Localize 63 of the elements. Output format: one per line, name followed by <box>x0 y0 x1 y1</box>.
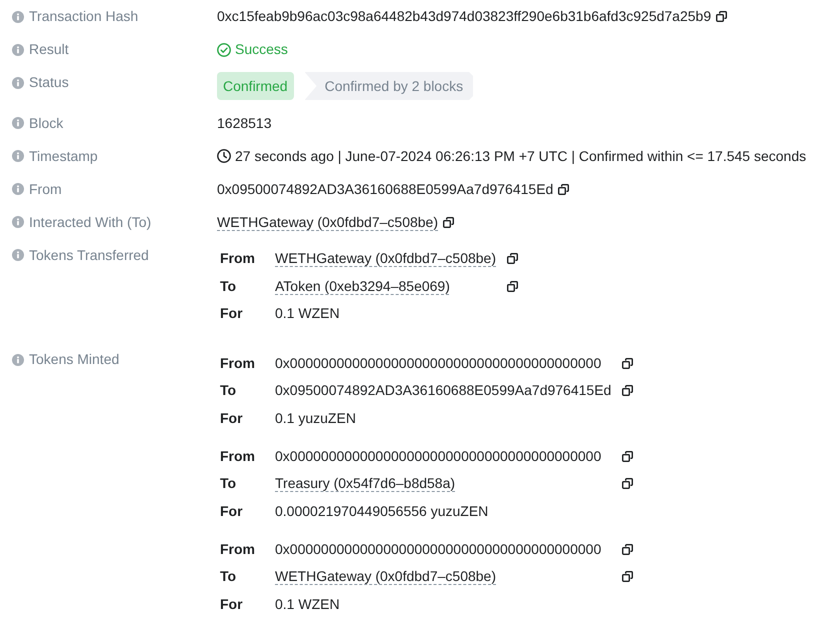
transfer-field-label: For <box>220 305 243 322</box>
info-icon <box>12 44 24 56</box>
field-value: 0x09500074892AD3A36160688E0599Aa7d976415Ed <box>217 180 554 198</box>
transfer-value: 0x09500074892AD3A36160688E0599Aa7d976415Ed <box>275 382 612 399</box>
transfer-field-label: To <box>220 382 236 399</box>
transfer-value: 0x0000000000000000000000000000000000000000 <box>275 354 602 372</box>
transfer-value: 0.1 WZEN <box>275 305 340 322</box>
copy-icon[interactable] <box>622 450 634 462</box>
copy-icon[interactable] <box>507 253 518 264</box>
field-label: Status <box>29 74 69 91</box>
check-circle-icon <box>217 42 231 56</box>
field-value: 1628513 <box>217 114 272 132</box>
transfer-field-label: To <box>220 568 236 585</box>
timestamp-value: 27 seconds ago | June-07-2024 06:26:13 PM +7 UTC | Confirmed within <= 17.545 seconds <box>235 148 806 164</box>
copy-icon[interactable] <box>507 280 518 292</box>
field-label: Tokens Transferred <box>29 246 149 264</box>
transfer-value: 0.000021970449056556 yuzuZEN <box>275 502 488 520</box>
address-link[interactable]: AToken (0xeb3294–85e069) <box>275 278 450 294</box>
address-link[interactable]: WETHGateway (0x0fdbd7–c508be) <box>275 250 496 267</box>
copy-icon[interactable] <box>443 216 454 228</box>
field-label: Interacted With (To) <box>29 214 152 230</box>
info-icon <box>12 117 24 129</box>
address-link[interactable]: Treasury (0x54f7d6–b8d58a) <box>275 475 456 492</box>
field-label: Transaction Hash <box>29 8 138 25</box>
transfer-value: 0.1 yuzuZEN <box>275 410 356 426</box>
field-label: From <box>29 180 62 198</box>
clock-icon <box>217 149 231 163</box>
info-icon <box>12 183 24 195</box>
contract-link[interactable]: WETHGateway (0x0fdbd7–c508be) <box>217 214 438 230</box>
address-link[interactable]: WETHGateway (0x0fdbd7–c508be) <box>275 568 496 585</box>
info-icon <box>12 249 24 261</box>
transfer-field-label: For <box>220 596 243 612</box>
transfer-field-label: To <box>220 278 236 294</box>
copy-icon[interactable] <box>622 385 634 396</box>
field-label: Block <box>29 114 64 132</box>
status-badge: Confirmed <box>217 72 294 100</box>
confirmations-badge: Confirmed by 2 blocks <box>304 72 474 100</box>
info-icon <box>12 76 24 88</box>
transfer-field-label: For <box>220 410 243 426</box>
result-value: Success <box>235 41 288 58</box>
transfer-field-label: From <box>220 448 255 464</box>
field-label: Timestamp <box>29 148 98 164</box>
field-value: 0xc15feab9b96ac03c98a64482b43d974d03823ff290e6b31b6afd3c925d7a25b9 <box>217 8 712 25</box>
transfer-field-label: From <box>220 250 255 267</box>
copy-icon[interactable] <box>622 571 634 582</box>
copy-icon[interactable] <box>558 184 570 194</box>
transfer-value: 0x0000000000000000000000000000000000000000 <box>275 448 602 464</box>
info-icon <box>12 150 24 162</box>
transfer-field-label: To <box>220 475 236 492</box>
transfer-field-label: From <box>220 540 255 558</box>
copy-icon[interactable] <box>622 478 634 489</box>
info-icon <box>12 354 24 366</box>
copy-icon[interactable] <box>622 358 634 368</box>
copy-icon[interactable] <box>622 544 634 554</box>
transfer-field-label: From <box>220 354 255 372</box>
field-label: Tokens Minted <box>29 351 120 368</box>
copy-icon[interactable] <box>716 11 728 22</box>
transfer-field-label: For <box>220 502 243 520</box>
field-label: Result <box>29 41 69 58</box>
info-icon <box>12 216 24 228</box>
transfer-value: 0x0000000000000000000000000000000000000000 <box>275 540 602 558</box>
info-icon <box>12 10 24 22</box>
transfer-value: 0.1 WZEN <box>275 596 340 612</box>
